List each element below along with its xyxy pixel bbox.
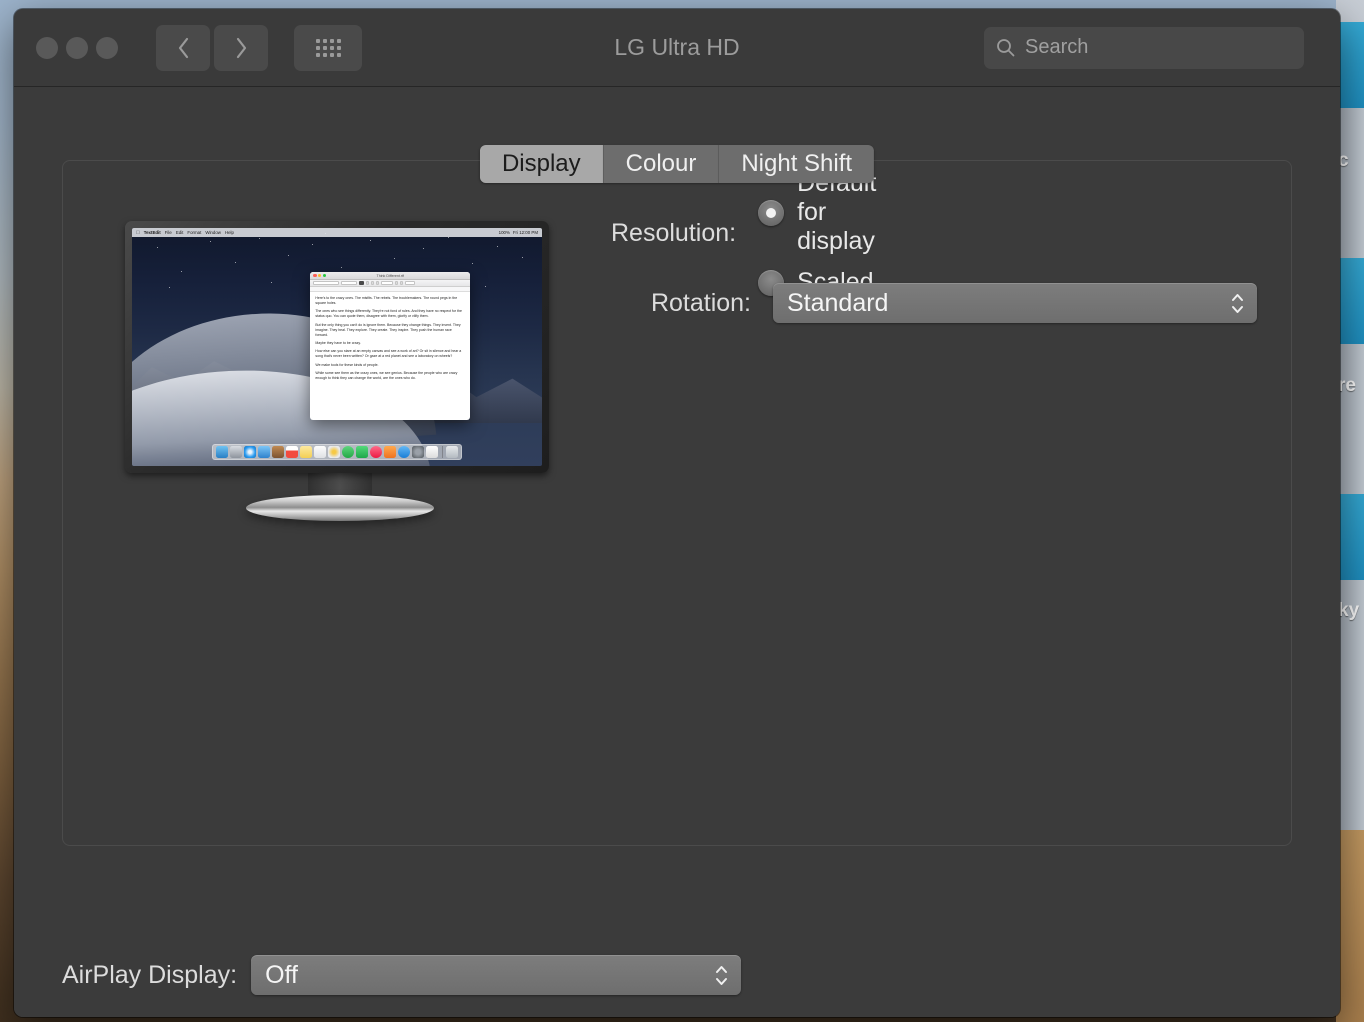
facetime-icon — [356, 446, 368, 459]
monitor-screen:  TextEdit File Edit Format Window Help … — [132, 228, 542, 466]
menubar-item-format: Format — [183, 230, 201, 235]
bg-window-fragment-2: re — [1338, 375, 1356, 396]
search-input[interactable] — [1025, 36, 1292, 59]
textedit-paragraph: We make tools for these kinds of people. — [315, 362, 379, 367]
search-field[interactable] — [984, 26, 1304, 69]
apple-logo-icon:  — [136, 230, 140, 236]
tab-night-shift[interactable]: Night Shift — [719, 145, 875, 183]
monitor-base — [246, 495, 434, 521]
bg-window-floor — [1336, 830, 1364, 1022]
launchpad-icon — [230, 446, 242, 459]
resolution-radio-group: Default for display Scaled — [758, 169, 891, 297]
traffic-lights — [36, 36, 118, 59]
preferences-body: Display Colour Night Shift TextEdit File… — [14, 87, 1340, 1017]
textedit-paragraph: Here's to the crazy ones. The misfits. T… — [315, 296, 458, 306]
chevron-updown-icon — [714, 965, 729, 986]
textedit-paragraph: While some see them as the crazy ones, w… — [315, 370, 458, 380]
rotation-row: Rotation: Standard — [611, 283, 1257, 323]
calendar-icon — [286, 446, 298, 459]
reminders-icon — [314, 446, 326, 459]
chevron-right-icon — [236, 37, 246, 58]
chevron-left-icon — [178, 37, 188, 58]
bg-window-fragment-3: ky — [1338, 600, 1360, 621]
grid-icon — [315, 38, 341, 57]
textedit-paragraph: Maybe they have to be crazy. — [315, 341, 361, 346]
bg-window-header-3 — [1336, 494, 1364, 580]
preview-menubar:  TextEdit File Edit Format Window Help … — [132, 228, 542, 237]
menubar-item-file: File — [161, 230, 172, 235]
minimise-button[interactable] — [66, 36, 88, 59]
display-preferences-window: LG Ultra HD Display Colour Night Shift — [14, 9, 1340, 1017]
radio-button-selected[interactable] — [758, 199, 785, 226]
trash-icon — [446, 446, 458, 459]
menubar-item-edit: Edit — [172, 230, 184, 235]
close-button[interactable] — [36, 36, 58, 59]
appstore-icon — [398, 446, 410, 459]
zoom-button[interactable] — [96, 36, 118, 59]
search-icon — [997, 39, 1015, 57]
bg-window-panel-2 — [1336, 344, 1364, 494]
forward-button[interactable] — [214, 24, 268, 71]
safari-icon — [244, 446, 256, 459]
bg-window-panel-1 — [1336, 108, 1364, 258]
textedit-icon — [426, 446, 438, 459]
airplay-label: AirPlay Display: — [62, 960, 238, 989]
menubar-clock: Fri 12:00 PM — [512, 230, 538, 235]
show-all-button[interactable] — [294, 24, 362, 71]
resolution-label: Resolution: — [611, 218, 737, 247]
notes-icon — [300, 446, 312, 459]
textedit-title: Think Different.rtf — [376, 273, 405, 278]
preview-textedit-window: Think Different.rtf Here's to the crazy … — [310, 272, 471, 420]
rotation-popup-button[interactable]: Standard — [773, 283, 1257, 323]
menubar-battery: 100% — [498, 230, 510, 235]
background-window[interactable]: c re ky — [1336, 0, 1364, 1022]
textedit-toolbar — [310, 280, 471, 288]
desktop-background: c re ky LG Ultra HD Search Display Colou… — [0, 0, 1364, 1022]
system-preferences-icon — [412, 446, 424, 459]
airplay-popup-button[interactable]: Off — [251, 955, 742, 995]
dock-separator — [441, 446, 443, 459]
messages-icon — [342, 446, 354, 459]
textedit-text: Here's to the crazy ones. The misfits. T… — [310, 292, 470, 385]
window-titlebar: LG Ultra HD — [14, 9, 1340, 87]
display-settings-panel:  TextEdit File Edit Format Window Help … — [62, 160, 1292, 846]
menubar-item-window: Window — [201, 230, 221, 235]
textedit-paragraph: The ones who see things differently. The… — [315, 309, 462, 319]
monitor-bezel:  TextEdit File Edit Format Window Help … — [125, 221, 549, 473]
photos-icon — [328, 446, 340, 459]
monitor-neck — [308, 473, 372, 495]
bg-window-header-1 — [1336, 22, 1364, 108]
tab-bar: Display Colour Night Shift — [479, 145, 875, 183]
textedit-paragraph: But the only thing you can't do is ignor… — [315, 322, 461, 337]
resolution-row: Resolution: Default for display Scaled — [611, 169, 891, 297]
music-icon — [370, 446, 382, 459]
tab-display[interactable]: Display — [479, 145, 604, 183]
contacts-icon — [272, 446, 284, 459]
airplay-value: Off — [265, 960, 298, 989]
tab-colour[interactable]: Colour — [603, 145, 720, 183]
books-icon — [384, 446, 396, 459]
bg-window-header-2 — [1336, 258, 1364, 344]
navigation-buttons — [156, 24, 268, 71]
textedit-titlebar: Think Different.rtf — [310, 272, 471, 281]
textedit-paragraph: How else can you stare at an empty canva… — [315, 349, 462, 359]
airplay-row: AirPlay Display: Off — [62, 955, 742, 995]
menubar-app-name: TextEdit — [140, 230, 161, 235]
mail-icon — [258, 446, 270, 459]
menubar-item-help: Help — [221, 230, 234, 235]
rotation-label: Rotation: — [650, 288, 751, 317]
rotation-value: Standard — [787, 288, 889, 317]
finder-icon — [216, 446, 228, 459]
back-button[interactable] — [156, 24, 210, 71]
display-preview:  TextEdit File Edit Format Window Help … — [125, 221, 555, 521]
preview-dock — [212, 444, 462, 461]
chevron-updown-icon — [1230, 293, 1245, 314]
